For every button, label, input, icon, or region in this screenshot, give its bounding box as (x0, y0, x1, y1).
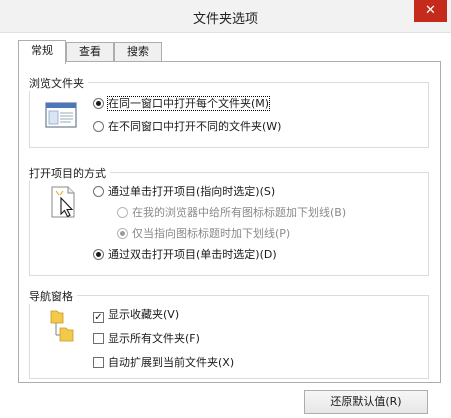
browse-folders-label: 浏览文件夹 (29, 75, 88, 91)
close-button[interactable]: ✕ (414, 0, 447, 22)
window-icon (45, 102, 77, 128)
browse-folders-group (29, 82, 429, 148)
checkbox-indicator[interactable] (93, 357, 104, 368)
checkbox-indicator[interactable] (93, 333, 104, 344)
tab-panel-general: 浏览文件夹 在同一窗口中打开每个文件夹(M) 在不同窗口中打开不同的文件夹(W)… (18, 61, 441, 383)
radio-single-click-label: 通过单击打开项目(指向时选定)(S) (108, 185, 276, 198)
radio-underline-all[interactable]: 在我的浏览器中给所有图标标题加下划线(B) (117, 206, 346, 222)
radio-indicator[interactable] (93, 98, 104, 109)
checkbox-indicator[interactable]: ✓ (93, 312, 104, 323)
tab-search[interactable]: 搜索 (114, 42, 162, 62)
radio-indicator[interactable] (93, 249, 104, 260)
radio-underline-hover[interactable]: 仅当指向图标标题时加下划线(P) (117, 227, 290, 243)
radio-indicator[interactable] (117, 207, 128, 218)
radio-underline-hover-label: 仅当指向图标标题时加下划线(P) (132, 227, 291, 240)
close-icon: ✕ (425, 3, 436, 18)
checkbox-show-all-folders-label: 显示所有文件夹(F) (108, 332, 200, 345)
radio-single-click[interactable]: 通过单击打开项目(指向时选定)(S) (93, 185, 275, 201)
title-bar[interactable]: 文件夹选项 ✕ (0, 0, 451, 33)
cursor-hand-icon (51, 186, 75, 218)
radio-same-window-label: 在同一窗口中打开每个文件夹(M) (106, 96, 271, 111)
checkbox-show-favorites[interactable]: ✓ 显示收藏夹(V) (93, 308, 179, 324)
folder-tree-icon (50, 310, 74, 342)
radio-underline-all-label: 在我的浏览器中给所有图标标题加下划线(B) (132, 206, 347, 219)
window-title: 文件夹选项 (192, 12, 258, 27)
radio-indicator[interactable] (117, 228, 128, 239)
radio-indicator[interactable] (93, 186, 104, 197)
radio-same-window[interactable]: 在同一窗口中打开每个文件夹(M) (93, 96, 271, 113)
checkbox-auto-expand[interactable]: 自动扩展到当前文件夹(X) (93, 356, 234, 372)
checkbox-auto-expand-label: 自动扩展到当前文件夹(X) (108, 356, 235, 369)
checkbox-show-all-folders[interactable]: 显示所有文件夹(F) (93, 332, 200, 348)
navigation-pane-label: 导航窗格 (29, 288, 77, 304)
folder-options-dialog: 文件夹选项 ✕ 常规 查看 搜索 浏览文件夹 在同一窗口中打开每个文件夹(M) … (0, 0, 451, 418)
radio-double-click[interactable]: 通过双击打开项目(单击时选定)(D) (93, 248, 277, 264)
radio-new-window[interactable]: 在不同窗口中打开不同的文件夹(W) (93, 120, 281, 136)
click-items-label: 打开项目的方式 (29, 165, 110, 181)
radio-indicator[interactable] (93, 121, 104, 132)
restore-defaults-button[interactable]: 还原默认值(R) (304, 390, 428, 414)
radio-new-window-label: 在不同窗口中打开不同的文件夹(W) (108, 120, 282, 133)
tab-general[interactable]: 常规 (18, 40, 66, 64)
checkbox-show-favorites-label: 显示收藏夹(V) (108, 308, 180, 321)
tab-view[interactable]: 查看 (66, 42, 114, 62)
radio-double-click-label: 通过双击打开项目(单击时选定)(D) (108, 248, 277, 261)
